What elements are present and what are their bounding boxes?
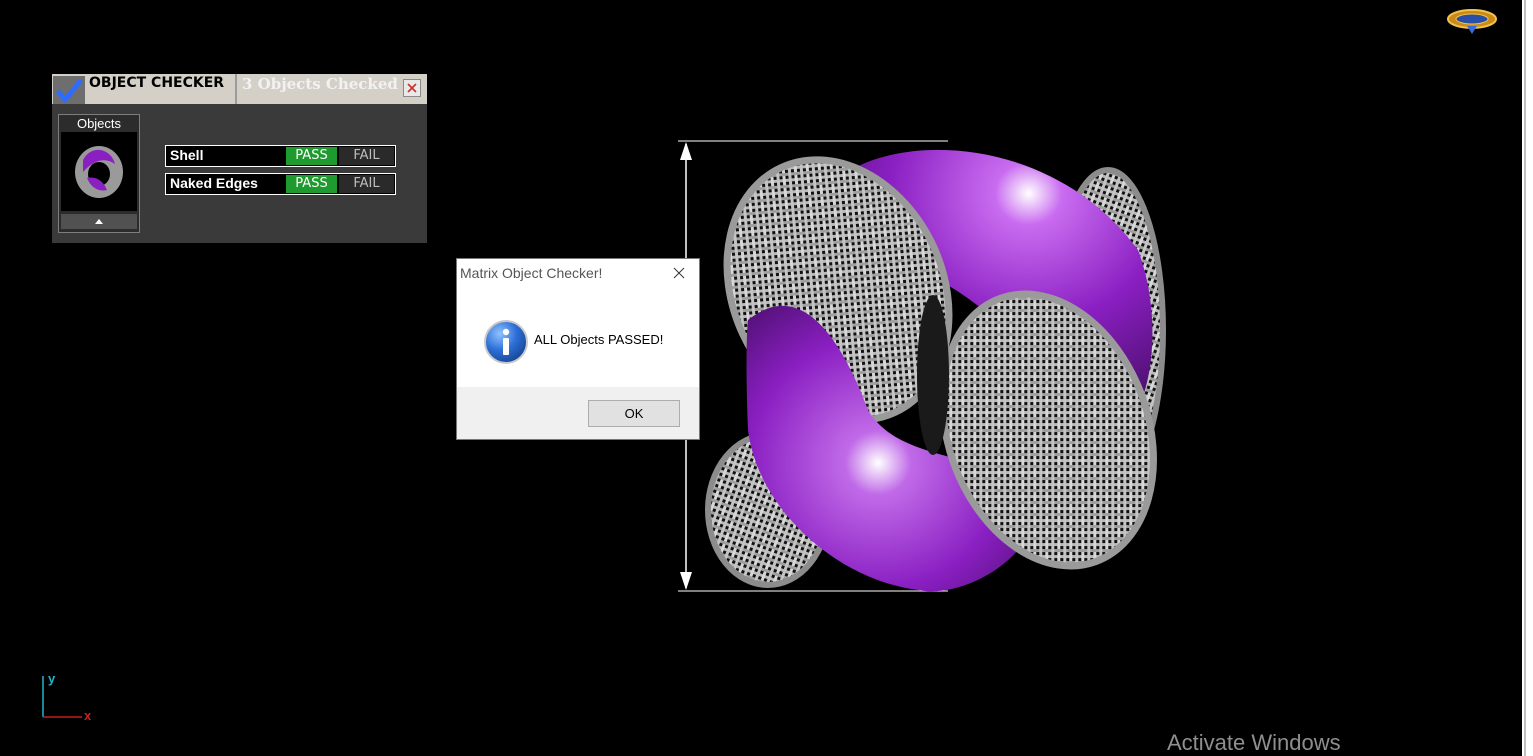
axis-gizmo: y x <box>42 671 92 723</box>
message-dialog: Matrix Object Checker! ALL Objects PASSE… <box>456 258 700 440</box>
dialog-footer: OK <box>457 387 699 439</box>
titlebar-separator <box>235 74 237 104</box>
object-thumbnail[interactable] <box>61 132 137 211</box>
object-checker-panel: OBJECT CHECKER 3 Objects Checked Objects <box>52 74 427 243</box>
activate-windows-watermark: Activate Windows <box>1167 730 1341 755</box>
ok-button[interactable]: OK <box>588 400 680 427</box>
3d-viewport[interactable]: OBJECT CHECKER 3 Objects Checked Objects <box>0 0 1522 756</box>
check-row-shell: Shell PASS FAIL <box>165 145 396 167</box>
triangle-up-icon <box>95 219 103 224</box>
info-icon <box>484 320 528 364</box>
close-icon <box>673 267 685 279</box>
objects-checked-count: 3 Objects Checked <box>242 75 398 93</box>
object-checker-title: OBJECT CHECKER <box>89 75 225 91</box>
scrollbar-rail <box>1524 0 1526 756</box>
check-label: Naked Edges <box>170 175 258 191</box>
objects-list: Objects <box>58 114 140 233</box>
checkmark-icon <box>53 76 85 104</box>
pass-button[interactable]: PASS <box>286 175 337 193</box>
dialog-title: Matrix Object Checker! <box>460 265 603 281</box>
vertical-scrollbar[interactable] <box>1522 0 1533 756</box>
check-row-naked-edges: Naked Edges PASS FAIL <box>165 173 396 195</box>
fail-button[interactable]: FAIL <box>339 175 394 193</box>
objects-label: Objects <box>76 116 122 131</box>
close-panel-button[interactable] <box>403 79 421 97</box>
axis-y-label: y <box>48 671 56 686</box>
scroll-up-button[interactable] <box>61 214 137 229</box>
dialog-close-button[interactable] <box>667 263 691 285</box>
ring-model-render[interactable] <box>668 130 1178 600</box>
fail-button[interactable]: FAIL <box>339 147 394 165</box>
object-checker-titlebar: OBJECT CHECKER 3 Objects Checked <box>52 74 427 104</box>
axis-x-label: x <box>84 708 92 723</box>
pass-button[interactable]: PASS <box>286 147 337 165</box>
matrix-logo-icon[interactable] <box>1445 6 1499 38</box>
check-label: Shell <box>170 147 204 163</box>
close-icon <box>407 83 417 93</box>
dialog-message: ALL Objects PASSED! <box>534 332 664 347</box>
